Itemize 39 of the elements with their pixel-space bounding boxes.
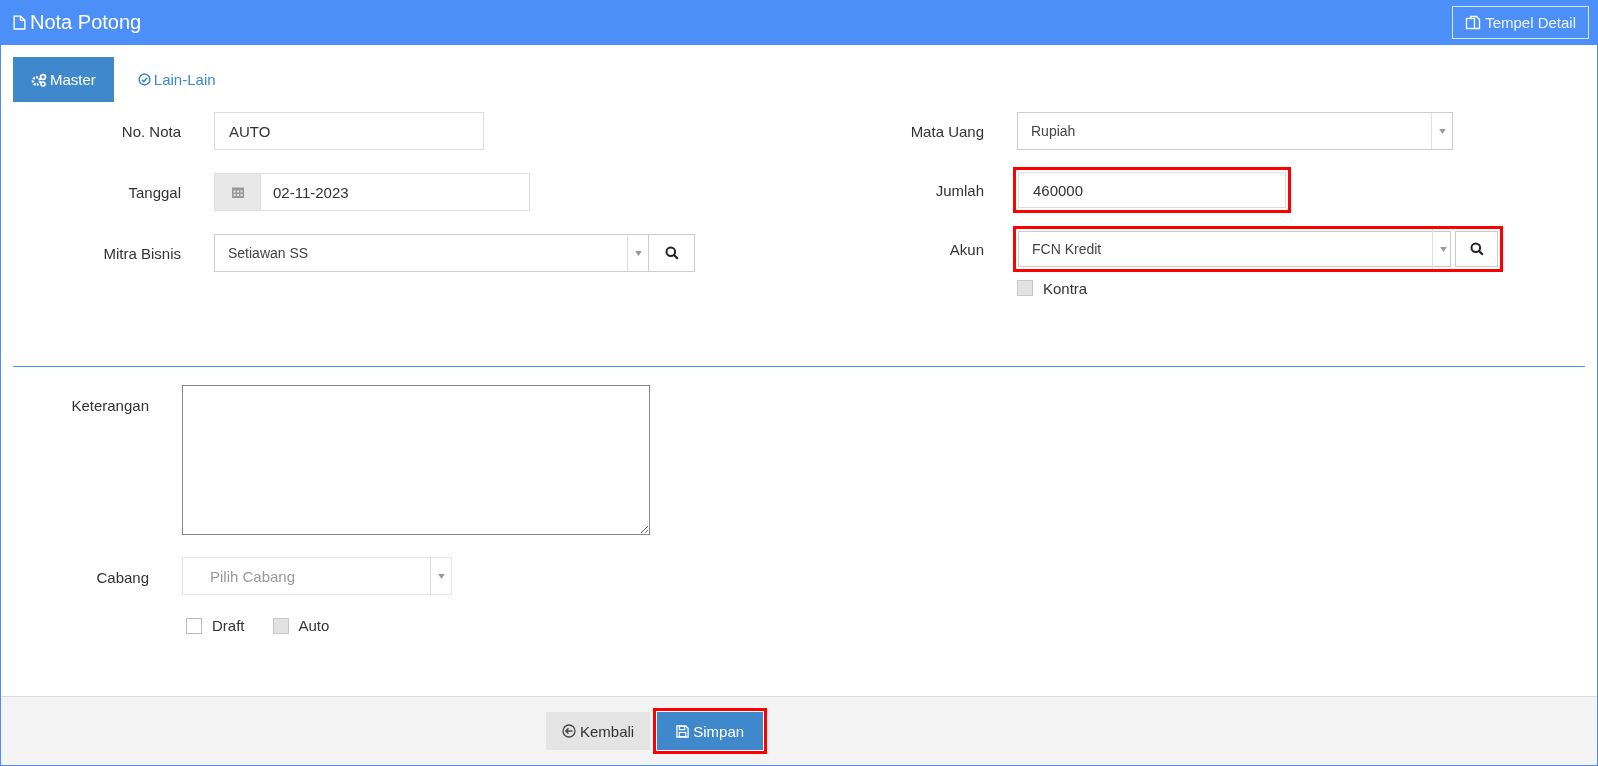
calendar-addon[interactable] <box>214 173 260 211</box>
dropdown[interactable]: Setiawan SS <box>214 234 649 272</box>
checkbox-label: Draft <box>212 617 245 634</box>
checkbox[interactable] <box>186 617 202 634</box>
back-arrow-icon <box>562 724 576 738</box>
tab[interactable]: Master <box>13 57 114 102</box>
tab[interactable]: Lain-Lain <box>119 57 234 102</box>
caret-icon <box>1438 128 1446 134</box>
text-field[interactable]: 460000 <box>1013 167 1291 213</box>
field-label: Akun <box>948 240 984 258</box>
search-button[interactable] <box>649 234 695 272</box>
text-field[interactable]: AUTO <box>214 112 484 150</box>
notes-field[interactable] <box>182 385 650 535</box>
search-icon <box>664 246 679 260</box>
check-circle-icon <box>137 73 151 86</box>
field-label: Tanggal <box>127 183 181 201</box>
dropdown[interactable]: FCN Kredit <box>1013 226 1453 272</box>
field-label: Mitra Bisnis <box>102 244 181 262</box>
field-label: Keterangan <box>70 396 149 416</box>
field-label: Mata Uang <box>909 122 984 140</box>
back-button[interactable]: Kembali <box>546 712 651 750</box>
copy-icon <box>1465 14 1482 31</box>
gears-icon <box>31 72 47 87</box>
page-title: Nota Potong <box>13 11 142 34</box>
checkbox-label: Auto <box>298 617 330 634</box>
date-field[interactable]: 02-11-2023 <box>260 173 530 211</box>
calendar-icon <box>230 185 245 199</box>
document-icon <box>13 15 26 30</box>
dropdown[interactable]: Rupiah <box>1017 112 1453 150</box>
field-label: Cabang <box>95 568 149 588</box>
caret-icon <box>634 250 642 256</box>
save-button[interactable]: Simpan <box>653 708 768 754</box>
search-icon <box>1469 242 1484 256</box>
caret-icon <box>1439 246 1447 252</box>
caret-icon <box>437 573 445 579</box>
field-label: Jumlah <box>934 181 984 199</box>
checkbox-label: Kontra <box>1043 279 1088 297</box>
field-label: No. Nota <box>120 122 181 140</box>
search-button[interactable] <box>1453 226 1503 272</box>
